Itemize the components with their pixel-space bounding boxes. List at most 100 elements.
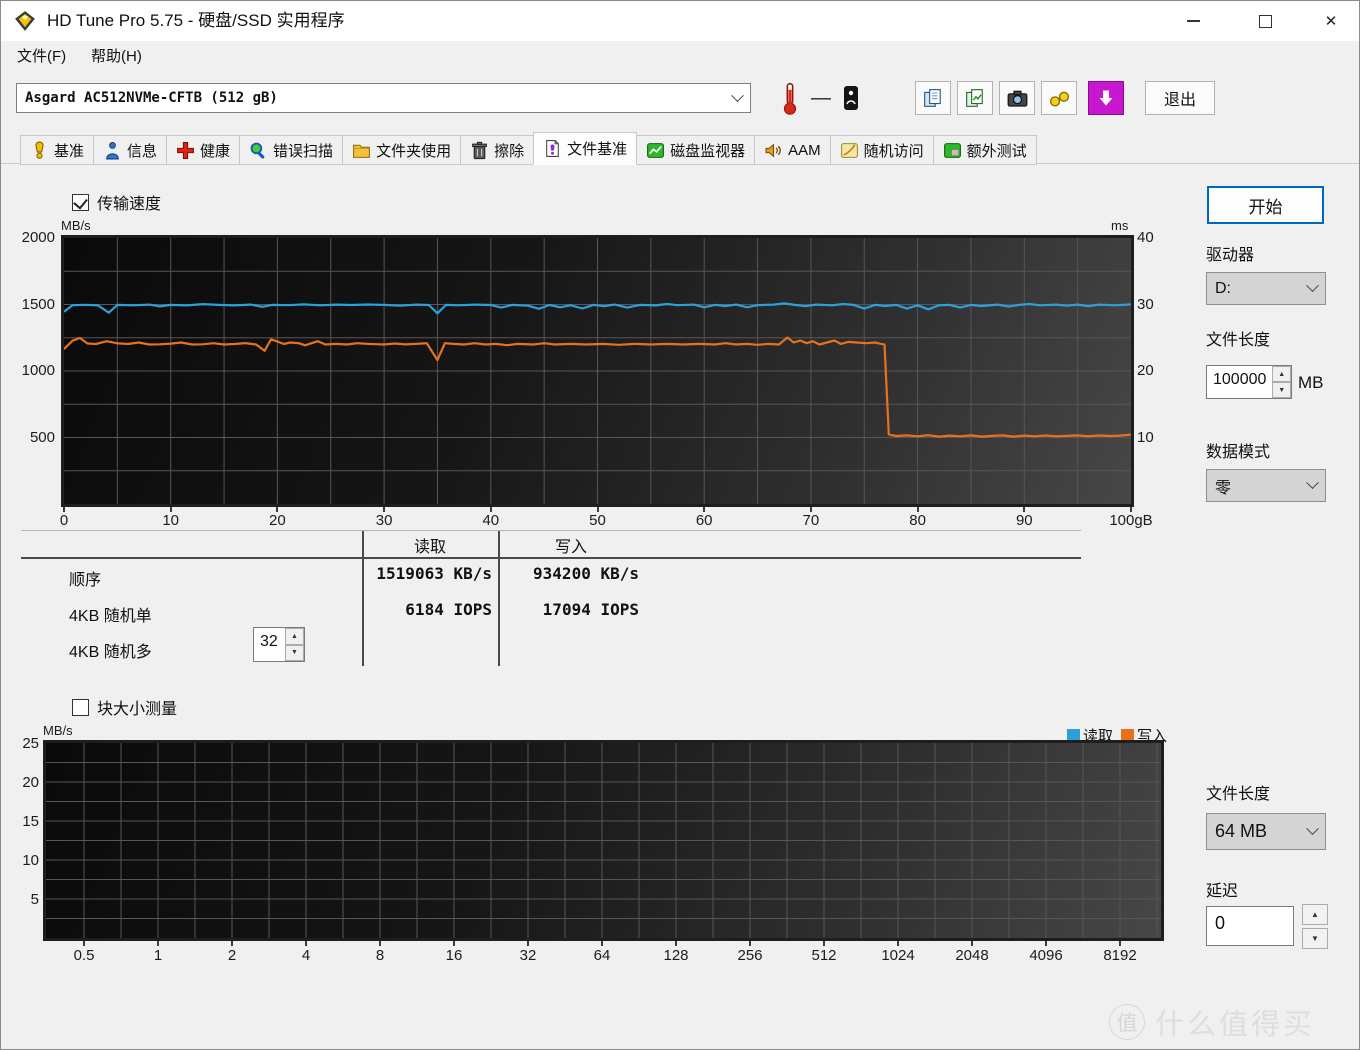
top-chart-yunit-right: ms [1111,218,1129,233]
tick-label: 1000 [21,362,55,379]
queue-depth-up-button[interactable]: ▲ [285,628,304,645]
transfer-speed-checkbox-row: 传输速度 [72,190,161,214]
stats-header-divider [21,557,1081,559]
tick-label: 4096 [1029,947,1063,964]
tick-label: 10 [162,512,180,529]
drive-select-value: Asgard AC512NVMe-CFTB (512 gB) [25,90,278,106]
tick-label: 20 [1137,362,1154,379]
tab-aam[interactable]: AAM [754,135,831,165]
camera-icon [1007,90,1027,107]
top-chart-right-axis: 10 20 30 40 [1137,229,1181,504]
file-length-down-button[interactable]: ▼ [1272,382,1291,398]
block-size-checkbox[interactable] [72,698,89,716]
benchmark-tab-icon [35,141,44,159]
tick-label: 10 [1137,428,1154,446]
stats-col-read: 读取 [413,539,446,556]
maximize-button[interactable] [1241,1,1289,41]
tick-label: 8192 [1103,947,1137,964]
delay-up-button[interactable]: ▲ [1302,904,1328,925]
tick-label: 30 [1137,295,1154,313]
thermometer-icon [780,82,800,115]
tab-benchmark[interactable]: 基准 [20,135,95,165]
copy-icon [924,89,941,107]
tick-label: 512 [811,947,837,964]
tab-erase[interactable]: 擦除 [460,135,535,165]
tick-label: 0 [59,512,69,529]
file-benchmark-tab-icon [546,140,559,157]
menu-file[interactable]: 文件(F) [9,41,74,72]
disk-status-icon [841,85,861,111]
file-length-value[interactable]: 100000 [1207,366,1272,398]
screenshot-button[interactable] [999,81,1035,115]
start-button[interactable]: 开始 [1207,186,1324,224]
tab-health[interactable]: 健康 [166,135,241,165]
drive-combobox[interactable]: D: [1206,272,1326,305]
tick-label: 16 [445,947,463,964]
tick-label: 90 [1015,512,1033,529]
tick-label: 80 [909,512,926,529]
tab-extra-tests[interactable]: 额外测试 [932,135,1037,165]
options-button[interactable] [1041,81,1077,115]
copy-button[interactable] [915,81,951,115]
transfer-speed-label: 传输速度 [97,196,162,213]
tab-random-access[interactable]: 随机访问 [829,135,934,165]
info-tab-icon [106,141,119,159]
report-button[interactable] [957,81,993,115]
data-mode-label: 数据模式 [1206,444,1271,461]
queue-depth-down-button[interactable]: ▼ [285,644,304,661]
tick-label: 4 [301,947,311,964]
data-mode-combobox[interactable]: 零 [1206,469,1326,502]
minimize-icon [1186,20,1200,22]
bottom-chart-y-axis: 5 10 15 20 25 [3,735,39,938]
stats-sequential-read: 1519063 KB/s [376,564,492,583]
delay-input[interactable]: 0 [1206,906,1294,946]
tick-label: 40 [482,512,500,529]
temperature-value: — [811,87,831,109]
exit-button[interactable]: 退出 [1145,81,1215,115]
tab-disk-monitor[interactable]: 磁盘监视器 [636,135,756,165]
folder-icon [353,144,371,158]
tick-label: 2 [227,947,237,964]
tick-label: 60 [695,512,713,529]
block-size-chart [43,740,1164,941]
tick-label: 10 [22,852,39,869]
stats-4k-single-write: 17094 IOPS [542,600,639,619]
transfer-speed-checkbox[interactable] [72,193,89,211]
tick-label: 1500 [21,295,55,313]
stats-top-divider [21,530,1081,531]
menu-help[interactable]: 帮助(H) [83,41,150,72]
stats-sequential-write: 934200 KB/s [533,564,639,583]
chevron-down-icon [731,88,744,102]
download-button[interactable] [1088,81,1124,115]
watermark: 值 什么值得买 [1109,1001,1315,1043]
drive-select[interactable]: Asgard AC512NVMe-CFTB (512 gB) [16,83,751,113]
stats-divider-2 [498,531,500,666]
tab-error-scan[interactable]: 错误扫描 [239,135,344,165]
random-access-tab-icon [840,142,858,158]
top-chart-x-axis: 0 10 20 30 40 50 60 70 80 90 100gB [60,512,1153,532]
tick-label: 30 [375,512,393,529]
tick-label: 32 [519,947,537,964]
close-icon: ✕ [1324,13,1338,30]
queue-depth-value[interactable]: 32 [254,628,285,661]
bottom-file-length-combobox[interactable]: 64 MB [1206,813,1326,850]
menu-bar: 文件(F) 帮助(H) [1,41,1359,72]
minimize-button[interactable] [1169,1,1217,41]
block-size-label: 块大小测量 [97,701,178,718]
stats-row-sequential-label: 顺序 [69,572,102,589]
tick-label: 0.5 [73,947,95,964]
tab-info[interactable]: 信息 [93,135,168,165]
block-size-checkbox-row: 块大小测量 [72,695,177,719]
delay-down-button[interactable]: ▼ [1302,928,1328,949]
close-button[interactable]: ✕ [1307,1,1355,41]
tick-label: 500 [29,428,55,446]
glasses-icon [1049,91,1069,107]
tab-folder-usage[interactable]: 文件夹使用 [342,135,462,165]
file-length-up-button[interactable]: ▲ [1272,366,1291,382]
tab-file-benchmark[interactable]: 文件基准 [533,132,638,165]
tick-label: 2048 [955,947,989,964]
disk-monitor-tab-icon [647,142,665,158]
tick-label: 8 [375,947,385,964]
queue-depth-spinner: 32 ▲ ▼ [253,627,305,662]
stats-col-write: 写入 [554,539,587,556]
